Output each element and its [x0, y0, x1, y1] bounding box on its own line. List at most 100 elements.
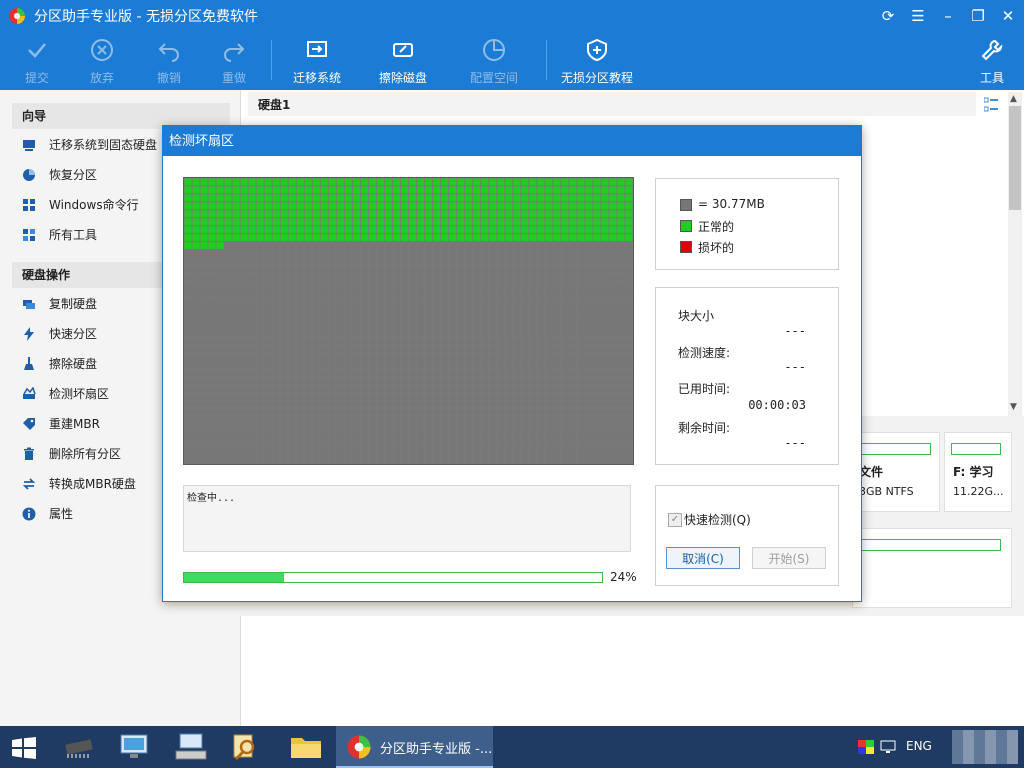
sector-block	[320, 432, 328, 440]
sector-block	[208, 178, 216, 186]
view-toggle-icon[interactable]	[984, 97, 998, 113]
sector-block	[288, 234, 296, 242]
sector-block	[521, 424, 529, 432]
sector-block	[617, 178, 625, 186]
disk-card[interactable]	[852, 528, 1012, 608]
sector-block	[240, 305, 248, 313]
sector-block	[617, 432, 625, 440]
color-display-icon[interactable]	[858, 740, 874, 754]
sector-block	[473, 400, 481, 408]
scroll-down-icon[interactable]: ▼	[1010, 402, 1017, 412]
sector-block	[264, 416, 272, 424]
taskbar-app-partition-assistant[interactable]: 分区助手专业版 -...	[336, 726, 493, 768]
sector-block	[497, 440, 505, 448]
tutorial-button[interactable]: 无损分区教程	[561, 32, 633, 90]
sector-block	[288, 353, 296, 361]
language-indicator[interactable]: ENG	[906, 739, 932, 753]
start-button[interactable]: 开始(S)	[752, 547, 826, 569]
cancel-button[interactable]: 取消(C)	[666, 547, 740, 569]
sector-block	[320, 297, 328, 305]
windows-start-icon[interactable]	[12, 737, 36, 759]
partition-card[interactable]: F: 学习 11.22G...	[944, 432, 1012, 512]
sector-block	[248, 408, 256, 416]
sector-block	[240, 178, 248, 186]
sector-block	[360, 345, 368, 353]
sector-block	[184, 416, 192, 424]
sector-block	[409, 432, 417, 440]
sector-block	[457, 393, 465, 400]
sector-block	[184, 329, 192, 337]
sector-block	[304, 210, 312, 218]
sector-block	[577, 385, 585, 392]
sector-block	[617, 202, 625, 210]
sector-block	[296, 250, 304, 257]
redo-button[interactable]: 重做	[199, 32, 269, 90]
sector-block	[425, 345, 433, 353]
sector-block	[497, 242, 505, 249]
folder-icon[interactable]	[290, 734, 322, 760]
refresh-icon[interactable]: ⟳	[873, 0, 903, 32]
close-icon[interactable]: ✕	[993, 0, 1023, 32]
sector-block	[457, 408, 465, 416]
tools-button[interactable]: 工具	[957, 32, 1024, 90]
sector-block	[288, 377, 296, 385]
sector-block	[232, 250, 240, 257]
restore-icon[interactable]: ❐	[963, 0, 993, 32]
minimize-icon[interactable]: –	[933, 0, 963, 32]
menu-icon[interactable]: ☰	[903, 0, 933, 32]
sector-block	[617, 400, 625, 408]
display-icon[interactable]	[880, 740, 896, 754]
sector-block	[409, 250, 417, 257]
sector-block	[601, 361, 609, 369]
sector-block	[409, 369, 417, 377]
sector-block	[481, 393, 489, 400]
sector-block	[585, 369, 593, 377]
sector-block	[344, 265, 352, 273]
sector-block	[312, 456, 320, 464]
sector-block	[409, 329, 417, 337]
sector-block	[465, 432, 473, 440]
sector-block	[336, 186, 344, 194]
sector-block	[417, 265, 425, 273]
sector-block	[489, 257, 497, 265]
sector-block	[617, 250, 625, 257]
quick-check-checkbox[interactable]: ✓	[668, 513, 682, 527]
scroll-up-icon[interactable]: ▲	[1010, 94, 1017, 104]
wipe-disk-button[interactable]: 擦除磁盘	[368, 32, 438, 90]
sector-block	[409, 186, 417, 194]
sector-block	[200, 456, 208, 464]
sector-block	[465, 273, 473, 281]
migrate-system-button[interactable]: 迁移系统	[282, 32, 352, 90]
sector-block	[368, 432, 376, 440]
chip-icon[interactable]	[62, 734, 96, 760]
sector-block	[328, 400, 336, 408]
sector-block	[601, 456, 609, 464]
sector-block	[625, 448, 633, 456]
network-pc-icon[interactable]	[118, 732, 150, 762]
sector-block	[457, 329, 465, 337]
search-doc-icon[interactable]	[230, 732, 260, 762]
keyboard-pc-icon[interactable]	[174, 732, 208, 762]
sector-block	[336, 353, 344, 361]
sector-block	[344, 345, 352, 353]
sector-block	[312, 297, 320, 305]
sector-block	[417, 218, 425, 226]
sector-block	[465, 440, 473, 448]
sector-block	[248, 281, 256, 289]
clock-area[interactable]	[952, 730, 1018, 764]
sector-block	[609, 345, 617, 353]
sector-block	[360, 257, 368, 265]
allocate-space-button[interactable]: 配置空间	[459, 32, 529, 90]
partition-card[interactable]: 文件 3GB NTFS	[852, 432, 940, 512]
sector-block	[296, 234, 304, 242]
scrollbar-thumb[interactable]	[1009, 106, 1021, 210]
sector-block	[368, 345, 376, 353]
sector-block	[609, 329, 617, 337]
sector-block	[497, 432, 505, 440]
sector-block	[505, 265, 513, 273]
sector-block	[577, 257, 585, 265]
sector-block	[465, 202, 473, 210]
sector-block	[200, 448, 208, 456]
sector-block	[392, 424, 400, 432]
sector-block	[344, 289, 352, 297]
